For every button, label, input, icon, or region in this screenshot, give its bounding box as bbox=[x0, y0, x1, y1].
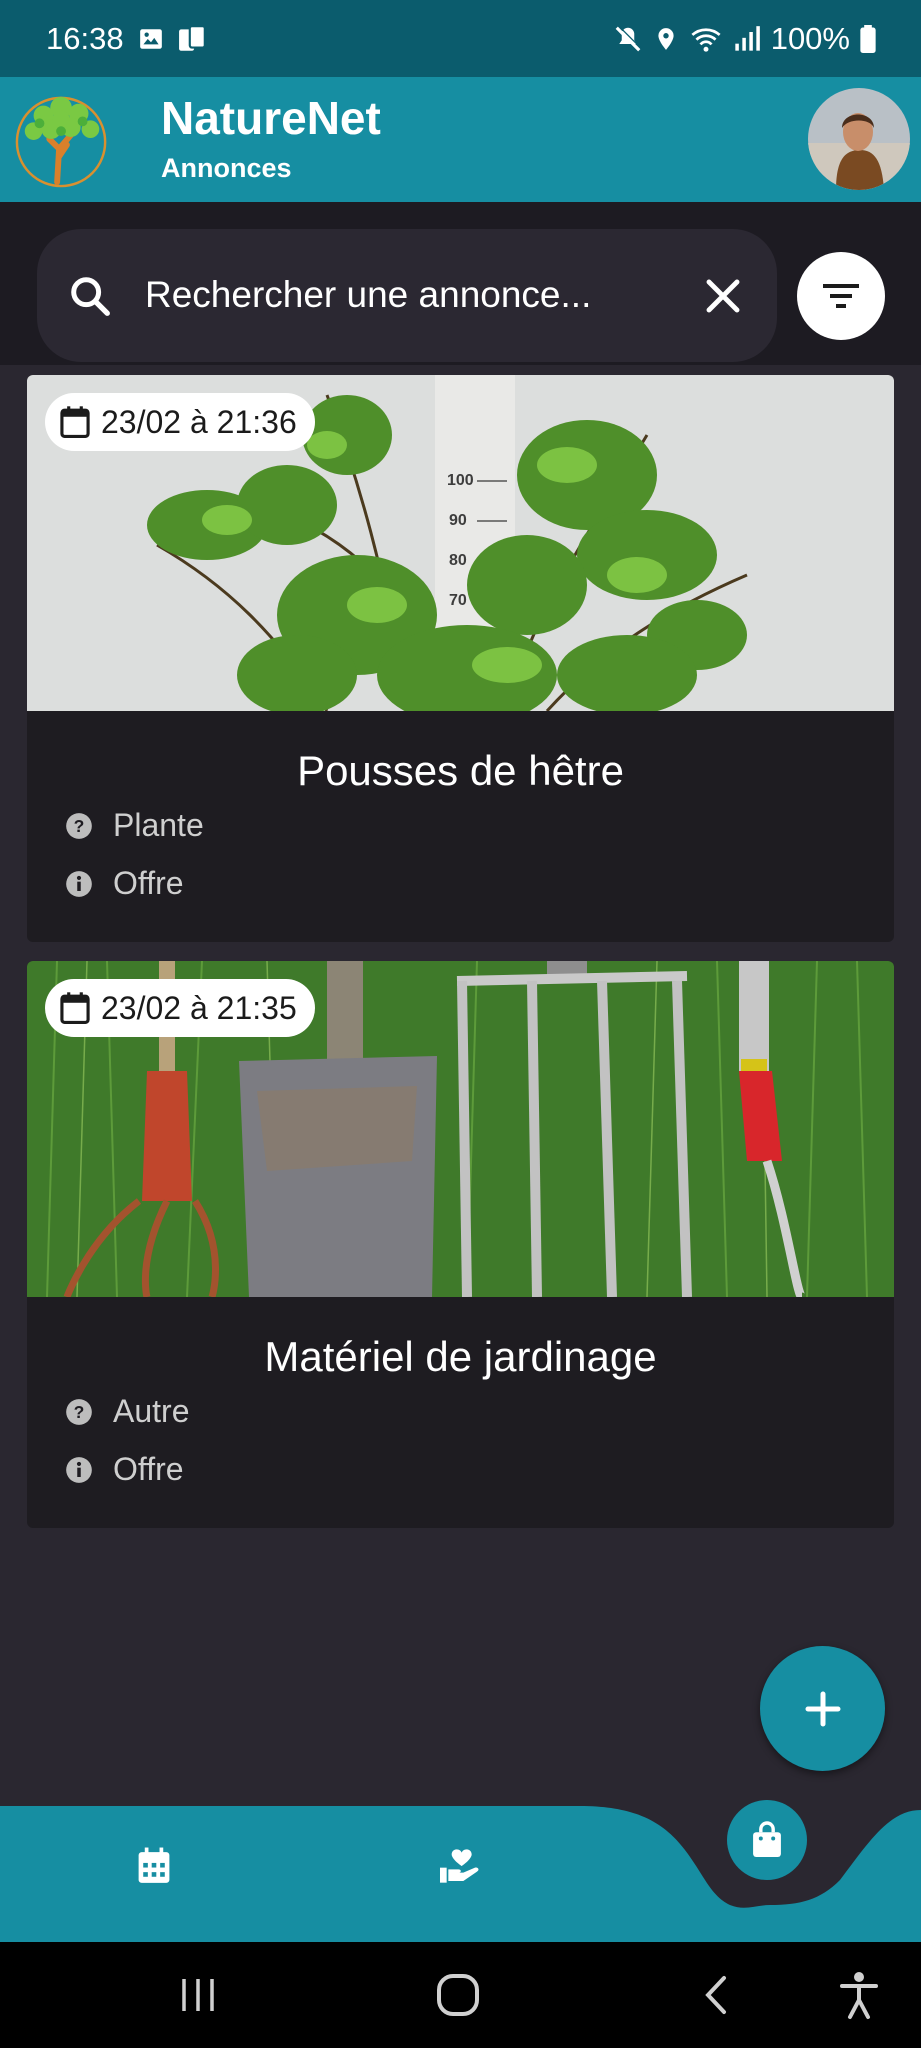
plus-icon bbox=[805, 1691, 840, 1726]
date-badge: 23/02 à 21:36 bbox=[45, 393, 315, 451]
filter-icon bbox=[823, 284, 859, 308]
bottom-navigation bbox=[0, 1800, 921, 1942]
date-text: 23/02 à 21:36 bbox=[101, 403, 297, 440]
svg-text:70: 70 bbox=[449, 592, 467, 609]
category-row: ? Autre bbox=[65, 1393, 189, 1430]
help-circle-icon: ? bbox=[66, 812, 92, 839]
mute-icon bbox=[615, 24, 642, 51]
shopping-bag-icon bbox=[753, 1821, 781, 1857]
filter-button[interactable] bbox=[797, 252, 885, 340]
status-bar: 16:38 100% bbox=[0, 0, 921, 77]
status-right: 100% bbox=[613, 21, 876, 57]
recents-icon[interactable] bbox=[178, 1975, 218, 2015]
beech-seedling-photo: 100 90 80 70 23/02 à 21:36 bbox=[27, 375, 894, 711]
nav-marketplace[interactable] bbox=[727, 1800, 807, 1880]
calendar-icon bbox=[60, 992, 90, 1024]
nav-donations[interactable] bbox=[430, 1836, 490, 1896]
type-row: Offre bbox=[65, 865, 184, 902]
listing-title: Matériel de jardinage bbox=[264, 1333, 657, 1380]
svg-text:90: 90 bbox=[449, 512, 467, 529]
svg-text:?: ? bbox=[74, 815, 85, 835]
listing-card[interactable]: 100 90 80 70 23/02 à 21:36 Pousses de hê… bbox=[27, 375, 894, 942]
svg-text:80: 80 bbox=[449, 552, 467, 569]
battery-icon bbox=[860, 24, 876, 53]
type-label: Offre bbox=[113, 1451, 184, 1487]
tree-logo-icon[interactable] bbox=[14, 87, 112, 191]
search-icon[interactable] bbox=[67, 273, 113, 319]
listing-title: Pousses de hêtre bbox=[297, 747, 624, 794]
location-icon bbox=[658, 27, 674, 50]
type-row: Offre bbox=[65, 1451, 184, 1488]
wifi-icon bbox=[691, 27, 721, 52]
svg-text:?: ? bbox=[74, 1401, 85, 1421]
status-time: 16:38 bbox=[46, 20, 124, 56]
listing-card[interactable]: 23/02 à 21:35 Matériel de jardinage ? Au… bbox=[27, 961, 894, 1528]
page-subtitle: Annonces bbox=[161, 153, 292, 183]
help-circle-icon: ? bbox=[66, 1398, 92, 1425]
image-icon bbox=[139, 28, 162, 49]
app-title: NatureNet bbox=[161, 92, 381, 144]
back-icon[interactable] bbox=[698, 1972, 732, 2018]
category-label: Plante bbox=[113, 807, 204, 843]
avatar[interactable] bbox=[808, 88, 910, 190]
type-label: Offre bbox=[113, 865, 184, 901]
phone-device-icon bbox=[178, 24, 206, 51]
category-row: ? Plante bbox=[65, 807, 204, 844]
add-listing-button[interactable] bbox=[760, 1646, 885, 1771]
close-icon[interactable] bbox=[702, 275, 744, 317]
calendar-icon bbox=[60, 406, 90, 438]
battery-percent: 100% bbox=[770, 20, 850, 56]
category-label: Autre bbox=[113, 1393, 190, 1429]
accessibility-icon[interactable] bbox=[838, 1970, 880, 2020]
search-bar[interactable] bbox=[37, 229, 777, 362]
nav-calendar[interactable] bbox=[124, 1836, 184, 1896]
info-circle-icon bbox=[66, 1456, 92, 1483]
info-circle-icon bbox=[66, 870, 92, 897]
signal-icon bbox=[735, 25, 760, 51]
search-area bbox=[0, 202, 921, 365]
search-input[interactable] bbox=[143, 259, 667, 331]
app-bar: NatureNet Annonces bbox=[0, 77, 921, 202]
hand-heart-icon bbox=[440, 1849, 479, 1883]
status-left: 16:38 bbox=[46, 21, 208, 57]
system-navigation-bar bbox=[0, 1942, 921, 2048]
garden-tools-photo: 23/02 à 21:35 bbox=[27, 961, 894, 1297]
home-icon[interactable] bbox=[435, 1972, 481, 2018]
date-badge: 23/02 à 21:35 bbox=[45, 979, 315, 1037]
svg-text:100: 100 bbox=[447, 472, 474, 489]
calendar-icon bbox=[138, 1847, 170, 1883]
date-text: 23/02 à 21:35 bbox=[101, 989, 297, 1026]
